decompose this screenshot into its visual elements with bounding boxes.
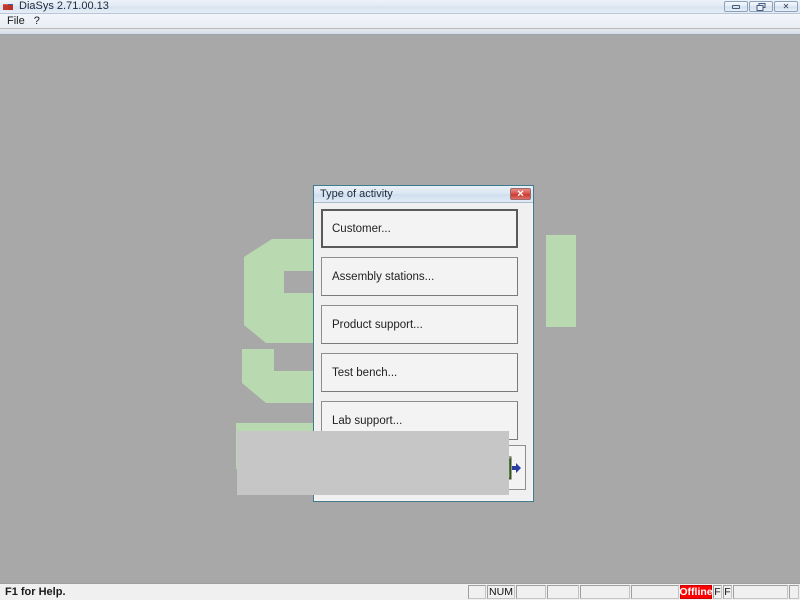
minimize-icon xyxy=(732,4,740,9)
window-title: DiaSys 2.71.00.13 xyxy=(19,0,109,12)
status-panel-f1: F xyxy=(713,585,722,599)
restore-button[interactable] xyxy=(749,1,773,12)
status-panel-10 xyxy=(789,585,799,599)
type-of-activity-dialog: Type of activity ✕ Customer... Assembly … xyxy=(313,185,534,502)
statusbar: F1 for Help. NUM Offline F F xyxy=(0,583,800,600)
main-window: DiaSys 2.71.00.13 ✕ File ? Type of activ… xyxy=(0,0,800,600)
menu-item-file[interactable]: File xyxy=(5,14,32,28)
activity-button-assembly-stations[interactable]: Assembly stations... xyxy=(321,257,518,296)
app-icon xyxy=(3,1,15,12)
window-titlebar[interactable]: DiaSys 2.71.00.13 ✕ xyxy=(0,0,800,14)
dialog-body: Customer... Assembly stations... Product… xyxy=(314,203,533,501)
activity-button-lab-support[interactable]: Lab support... xyxy=(321,401,518,440)
client-area: Type of activity ✕ Customer... Assembly … xyxy=(0,35,800,583)
status-panel-4 xyxy=(580,585,630,599)
window-controls: ✕ xyxy=(724,1,798,12)
close-icon: ✕ xyxy=(516,188,525,199)
activity-button-test-bench[interactable]: Test bench... xyxy=(321,353,518,392)
status-panel-9 xyxy=(733,585,788,599)
close-icon: ✕ xyxy=(782,1,790,11)
exit-door-icon xyxy=(497,454,521,481)
menu-item-help[interactable]: ? xyxy=(32,14,47,28)
status-badge-offline: Offline xyxy=(679,585,713,599)
restore-icon xyxy=(756,2,766,11)
status-panel-5 xyxy=(631,585,679,599)
exit-button[interactable] xyxy=(491,445,526,490)
dialog-close-button[interactable]: ✕ xyxy=(510,188,531,200)
status-panel-2 xyxy=(516,585,546,599)
status-panel-f2: F xyxy=(723,585,732,599)
dialog-titlebar[interactable]: Type of activity ✕ xyxy=(314,186,533,203)
dialog-title: Type of activity xyxy=(320,188,393,200)
status-panel-num: NUM xyxy=(487,585,515,599)
status-panel-3 xyxy=(547,585,579,599)
status-panel-0 xyxy=(468,585,486,599)
status-help-text: F1 for Help. xyxy=(5,585,66,598)
menubar: File ? xyxy=(0,14,800,29)
activity-button-customer[interactable]: Customer... xyxy=(321,209,518,248)
status-panels: NUM Offline F F xyxy=(468,585,800,599)
close-button[interactable]: ✕ xyxy=(774,1,798,12)
activity-button-product-support[interactable]: Product support... xyxy=(321,305,518,344)
minimize-button[interactable] xyxy=(724,1,748,12)
